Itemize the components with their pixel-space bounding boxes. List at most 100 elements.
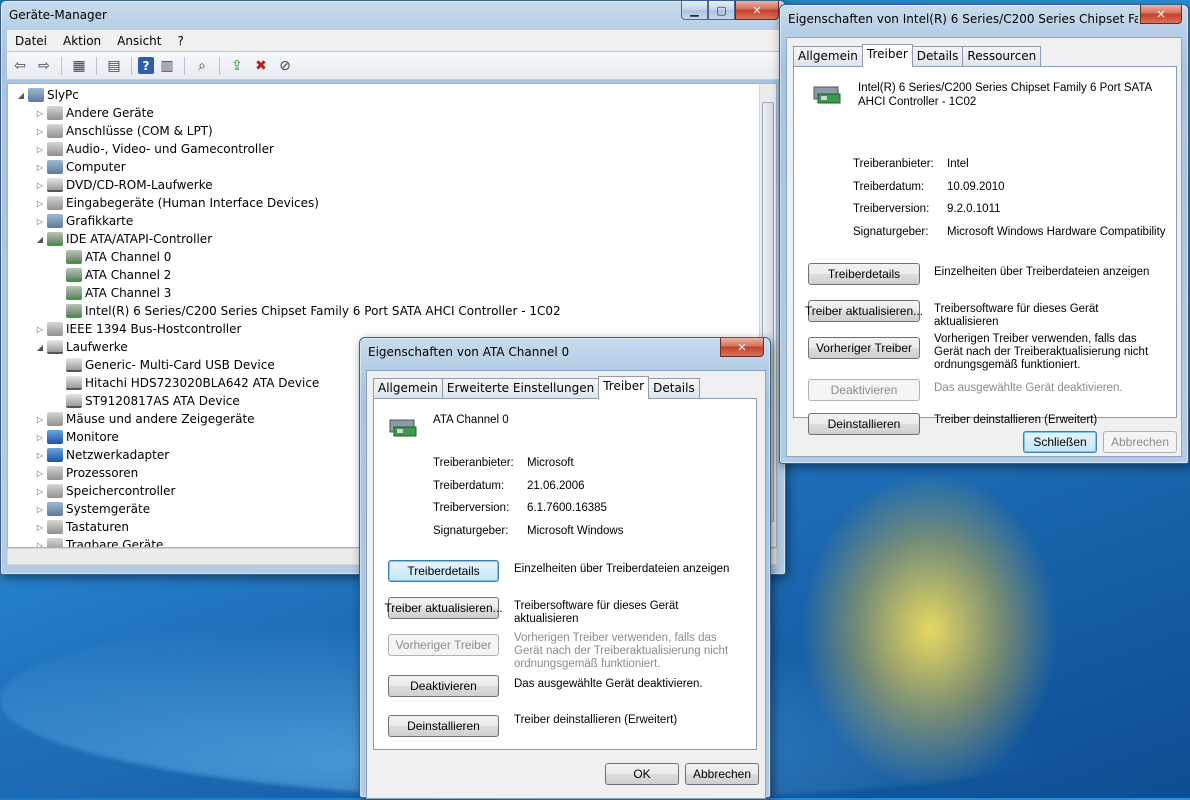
tree-item[interactable]: ▷ Tastaturen: [35, 518, 129, 536]
action-description: Das ausgewählte Gerät deaktivieren.: [934, 382, 1123, 394]
tab-treiber[interactable]: Treiber: [861, 44, 913, 67]
schliessen-button[interactable]: Schließen: [1023, 431, 1097, 453]
expand-arrow-icon[interactable]: ▷: [35, 217, 45, 226]
action-button-treiber-aktualisieren[interactable]: Treiber aktualisieren...: [384, 597, 503, 619]
expand-arrow-icon[interactable]: ▷: [35, 109, 45, 118]
tree-item[interactable]: ▷ Prozessoren: [35, 464, 138, 482]
tab-treiber[interactable]: Treiber: [598, 376, 650, 399]
tree-item[interactable]: ATA Channel 0: [54, 248, 171, 266]
action-button-vorheriger-treiber[interactable]: Vorheriger Treiber: [808, 337, 920, 359]
ok-button[interactable]: OK: [605, 763, 679, 785]
action-button-treiberdetails[interactable]: Treiberdetails: [388, 560, 499, 582]
expand-arrow-icon[interactable]: ▷: [35, 469, 45, 478]
minimize-button[interactable]: ▁: [681, 1, 708, 20]
field-value: 9.2.0.1011: [947, 203, 1001, 215]
scan-hardware-icon[interactable]: ⌕: [191, 55, 213, 77]
menu-help[interactable]: ?: [169, 34, 191, 48]
help-icon[interactable]: ?: [138, 57, 154, 74]
collapse-arrow-icon[interactable]: ◢: [16, 91, 26, 100]
abbrechen-button[interactable]: Abbrechen: [685, 763, 759, 785]
update-driver-icon[interactable]: ⇪: [226, 55, 248, 77]
menu-aktion[interactable]: Aktion: [55, 34, 109, 48]
tree-item[interactable]: ▷ Monitore: [35, 428, 119, 446]
menu-datei[interactable]: Datei: [7, 34, 55, 48]
tree-item-label: Computer: [66, 160, 126, 174]
ide-controller-icon: [66, 304, 82, 318]
tree-item[interactable]: ◢ SlyPc: [16, 86, 79, 104]
tree-item[interactable]: ◢ IDE ATA/ATAPI-Controller: [35, 230, 212, 248]
tree-item-label: Grafikkarte: [66, 214, 134, 228]
disable-device-icon[interactable]: ⊘: [274, 55, 296, 77]
firewire-icon: [47, 322, 63, 336]
expand-arrow-icon[interactable]: ▷: [35, 127, 45, 136]
expand-arrow-icon[interactable]: ▷: [35, 487, 45, 496]
menu-ansicht[interactable]: Ansicht: [109, 34, 169, 48]
expand-arrow-icon[interactable]: ▷: [35, 541, 45, 548]
expand-arrow-icon[interactable]: ▷: [35, 433, 45, 442]
properties-icon[interactable]: ▤: [103, 55, 125, 77]
tree-item[interactable]: ▷ Grafikkarte: [35, 212, 133, 230]
tree-item[interactable]: ◢ Laufwerke: [35, 338, 128, 356]
tree-item[interactable]: ▷ DVD/CD-ROM-Laufwerke: [35, 176, 213, 194]
action-button-deinstallieren[interactable]: Deinstallieren: [388, 715, 499, 737]
tree-item[interactable]: ▷ Audio-, Video- und Gamecontroller: [35, 140, 274, 158]
uninstall-icon[interactable]: ✖: [250, 55, 272, 77]
expand-arrow-icon[interactable]: ▷: [35, 523, 45, 532]
expand-arrow-icon[interactable]: ▷: [35, 163, 45, 172]
collapse-arrow-icon[interactable]: ◢: [35, 343, 45, 352]
tab-allgemein[interactable]: Allgemein: [793, 46, 863, 66]
tab-erweiterte-einstellungen[interactable]: Erweiterte Einstellungen: [441, 378, 600, 398]
disk-drive-icon: [66, 358, 82, 372]
tree-item[interactable]: Hitachi HDS723020BLA642 ATA Device: [54, 374, 319, 392]
action-button-deaktivieren[interactable]: Deaktivieren: [808, 379, 920, 401]
expand-arrow-icon[interactable]: ▷: [35, 415, 45, 424]
tree-item[interactable]: ST9120817AS ATA Device: [54, 392, 240, 410]
storage-controller-icon: [47, 484, 63, 498]
expand-arrow-icon[interactable]: ▷: [35, 145, 45, 154]
back-arrow-icon[interactable]: ⇦: [9, 55, 31, 77]
expand-arrow-icon[interactable]: ▷: [35, 181, 45, 190]
action-button-vorheriger-treiber[interactable]: Vorheriger Treiber: [388, 634, 499, 656]
tree-item-label: Andere Geräte: [66, 106, 154, 120]
tree-item[interactable]: ▷ Eingabegeräte (Human Interface Devices): [35, 194, 319, 212]
tab-ressourcen[interactable]: Ressourcen: [962, 46, 1042, 66]
collapse-arrow-icon[interactable]: ◢: [35, 235, 45, 244]
tree-item[interactable]: ▷ Anschlüsse (COM & LPT): [35, 122, 213, 140]
tree-item[interactable]: ▷ Systemgeräte: [35, 500, 150, 518]
action-button-treiberdetails[interactable]: Treiberdetails: [808, 263, 920, 285]
forward-arrow-icon[interactable]: ⇨: [33, 55, 55, 77]
tree-item[interactable]: ▷ Netzwerkadapter: [35, 446, 169, 464]
field-label: Treiberdatum:: [853, 180, 925, 193]
tree-item[interactable]: ▷ Tragbare Geräte: [35, 536, 163, 548]
tree-item[interactable]: Generic- Multi-Card USB Device: [54, 356, 275, 374]
processor-icon: [47, 466, 63, 480]
expand-arrow-icon[interactable]: ▷: [35, 505, 45, 514]
tree-item[interactable]: ▷ Andere Geräte: [35, 104, 154, 122]
tree-item[interactable]: ▷ Computer: [35, 158, 126, 176]
tree-item[interactable]: ▷ Speichercontroller: [35, 482, 175, 500]
tree-item[interactable]: ATA Channel 2: [54, 266, 171, 284]
action-button-deaktivieren[interactable]: Deaktivieren: [388, 675, 499, 697]
tree-item-label: Tastaturen: [66, 520, 129, 534]
expand-arrow-icon[interactable]: ▷: [35, 199, 45, 208]
maximize-button[interactable]: ▢: [708, 1, 735, 20]
speaker-icon: [47, 142, 63, 156]
action-button-treiber-aktualisieren[interactable]: Treiber aktualisieren...: [805, 300, 923, 322]
tree-item-label: Systemgeräte: [66, 502, 151, 516]
tree-item[interactable]: ▷ IEEE 1394 Bus-Hostcontroller: [35, 320, 241, 338]
close-button[interactable]: ✕: [1140, 5, 1182, 24]
tab-details[interactable]: Details: [911, 46, 964, 66]
tree-item[interactable]: Intel(R) 6 Series/C200 Series Chipset Fa…: [54, 302, 561, 320]
abbrechen-button[interactable]: Abbrechen: [1103, 431, 1177, 453]
close-button[interactable]: ✕: [720, 338, 764, 357]
action-pane-icon[interactable]: ▥: [156, 55, 178, 77]
console-tree-icon[interactable]: ▦: [68, 55, 90, 77]
tab-details[interactable]: Details: [648, 378, 700, 398]
close-button[interactable]: ✕: [735, 1, 779, 20]
tree-item[interactable]: ATA Channel 3: [54, 284, 171, 302]
tab-allgemein[interactable]: Allgemein: [373, 378, 443, 398]
expand-arrow-icon[interactable]: ▷: [35, 451, 45, 460]
tree-item[interactable]: ▷ Mäuse und andere Zeigegeräte: [35, 410, 255, 428]
action-button-deinstallieren[interactable]: Deinstallieren: [808, 413, 920, 435]
expand-arrow-icon[interactable]: ▷: [35, 325, 45, 334]
